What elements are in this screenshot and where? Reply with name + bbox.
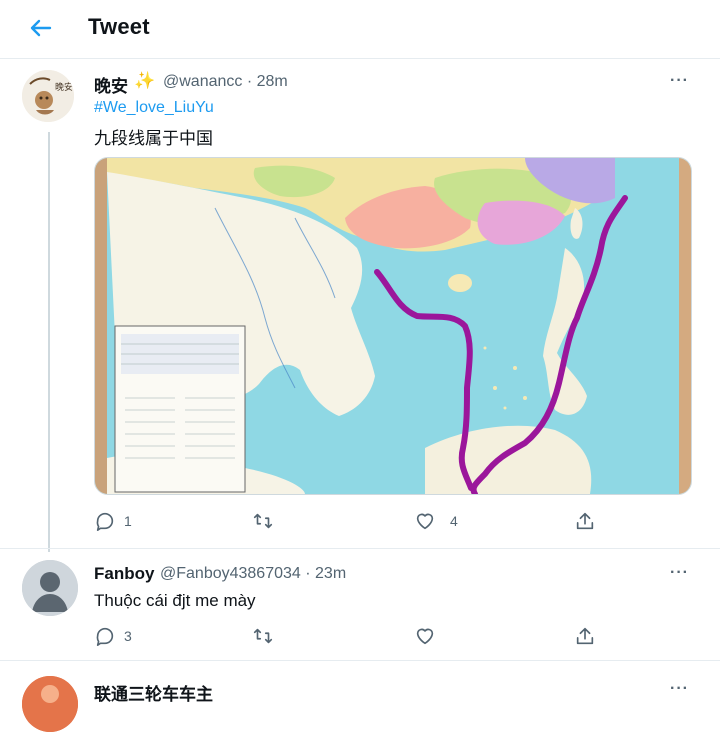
share-icon <box>576 627 594 645</box>
retweet-icon <box>253 628 273 644</box>
retweet-icon <box>253 513 273 529</box>
author-name[interactable]: Fanboy <box>94 564 154 584</box>
hashtag-link[interactable]: #We_love_LiuYu <box>94 99 214 117</box>
tweet-text: 九段线属于中国 <box>94 129 213 148</box>
svg-text:晚安: 晚安 <box>55 81 73 92</box>
divider <box>0 660 720 661</box>
back-arrow-icon[interactable] <box>26 14 54 42</box>
heart-icon <box>416 628 434 645</box>
thread-line <box>48 132 50 552</box>
author-handle[interactable]: @wanancc · 28m <box>163 73 288 91</box>
page-title: Tweet <box>88 14 150 39</box>
retweet-button[interactable] <box>252 625 274 647</box>
heart-icon <box>416 513 434 530</box>
retweet-button[interactable] <box>252 510 274 532</box>
avatar[interactable]: 晚安 <box>22 70 74 122</box>
share-button[interactable] <box>574 625 596 647</box>
tweet-map-image[interactable] <box>94 157 692 495</box>
author-handle[interactable]: @Fanboy43867034 · 23m <box>160 565 346 583</box>
reply-count: 1 <box>124 513 132 529</box>
reply-icon <box>96 627 114 646</box>
like-count: 4 <box>450 513 458 529</box>
reply-button[interactable]: 3 <box>94 625 132 647</box>
like-button[interactable] <box>414 625 436 647</box>
reply-count: 3 <box>124 628 132 644</box>
reply-button[interactable]: 1 <box>94 510 132 532</box>
author-name[interactable]: 晚安 <box>94 72 128 97</box>
share-icon <box>576 512 594 530</box>
more-options-icon[interactable]: ··· <box>670 564 689 582</box>
avatar[interactable] <box>22 560 78 616</box>
tweet-text: Thuộc cái đjt me mày <box>94 591 256 610</box>
author-name[interactable]: 联通三轮车车主 <box>94 680 213 705</box>
default-user-icon <box>22 560 78 616</box>
share-button[interactable] <box>574 510 596 532</box>
more-options-icon[interactable]: ··· <box>670 680 689 698</box>
more-options-icon[interactable]: ··· <box>670 72 689 90</box>
avatar[interactable] <box>22 676 78 732</box>
like-button[interactable]: 4 <box>414 510 458 532</box>
divider <box>0 548 720 549</box>
sparkle-icon: ✨ <box>134 71 156 90</box>
